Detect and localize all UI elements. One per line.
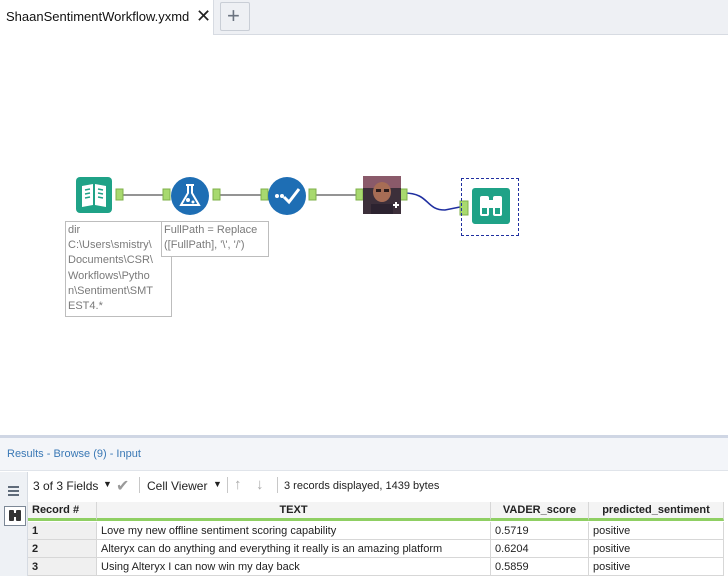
input-data-tool[interactable]: [76, 177, 112, 213]
annotation-line: ([FullPath], '\', '/'): [164, 239, 245, 252]
tab-title: ShaanSentimentWorkflow.yxmd: [6, 9, 190, 24]
row-number[interactable]: 2: [28, 540, 97, 558]
records-status: 3 records displayed, 1439 bytes: [284, 480, 440, 492]
chevron-down-icon[interactable]: ▼: [103, 479, 112, 489]
column-header[interactable]: TEXT: [97, 502, 491, 521]
binoculars-icon: [480, 196, 502, 216]
output-anchor[interactable]: [399, 188, 408, 201]
input-anchor[interactable]: [355, 188, 364, 201]
connection-line: [403, 192, 461, 211]
fields-dropdown[interactable]: 3 of 3 Fields: [33, 479, 98, 493]
row-number[interactable]: 3: [28, 558, 97, 576]
list-icon[interactable]: [8, 486, 19, 498]
toolbar-divider: [277, 477, 278, 493]
checkmark-icon[interactable]: ✔: [116, 476, 129, 496]
book-icon: [82, 184, 106, 207]
workflow-tab[interactable]: ShaanSentimentWorkflow.yxmd ✕: [0, 0, 214, 35]
toolbar-divider: [139, 477, 140, 493]
python-tool[interactable]: [363, 176, 401, 214]
toolbar-divider: [227, 477, 228, 493]
table-cell[interactable]: 0.5719: [491, 522, 589, 540]
table-cell[interactable]: Love my new offline sentiment scoring ca…: [97, 522, 491, 540]
annotation-line: FullPath = Replace: [164, 224, 258, 236]
cell-viewer-dropdown[interactable]: Cell Viewer: [147, 479, 207, 493]
results-sidebar: [0, 472, 28, 576]
tab-bar: ShaanSentimentWorkflow.yxmd ✕ +: [0, 0, 728, 35]
chevron-down-icon[interactable]: ▼: [213, 479, 222, 489]
browse-tool-selection[interactable]: [461, 178, 519, 236]
annotation-line: n\Sentiment\SMT: [68, 284, 153, 297]
avatar-photo: [363, 176, 401, 214]
workflow-canvas[interactable]: dir C:\Users\smistry\ Documents\CSR\ Wor…: [0, 35, 728, 435]
output-anchor[interactable]: [212, 188, 221, 201]
table-cell[interactable]: Alteryx can do anything and everything i…: [97, 540, 491, 558]
output-anchor[interactable]: [115, 188, 124, 201]
binoculars-icon[interactable]: [4, 506, 26, 526]
formula-tool[interactable]: [171, 177, 209, 215]
table-cell[interactable]: 0.5859: [491, 558, 589, 576]
arrow-down-icon[interactable]: ↓: [256, 476, 264, 493]
arrow-up-icon[interactable]: ↑: [234, 476, 242, 493]
column-header[interactable]: VADER_score: [491, 502, 589, 521]
close-icon[interactable]: ✕: [196, 6, 211, 26]
table-cell[interactable]: 0.6204: [491, 540, 589, 558]
table-cell[interactable]: positive: [589, 558, 724, 576]
results-grid: Record # TEXT VADER_score predicted_sent…: [28, 502, 728, 576]
table-cell[interactable]: Using Alteryx I can now win my day back: [97, 558, 491, 576]
input-anchor[interactable]: [162, 188, 171, 201]
annotation-line: dir: [68, 224, 81, 236]
annotation-line: Workflows\Pytho: [68, 269, 150, 282]
results-title: Results - Browse (9) - Input: [7, 448, 141, 460]
annotation-line: C:\Users\smistry\: [68, 239, 152, 252]
annotation-line: EST4.*: [68, 300, 103, 313]
formula-tool-annotation: FullPath = Replace ([FullPath], '\', '/'…: [161, 221, 269, 257]
annotation-line: Documents\CSR\: [68, 254, 153, 267]
plus-icon: +: [227, 3, 240, 28]
column-header[interactable]: predicted_sentiment: [589, 502, 724, 521]
browse-tool[interactable]: [472, 188, 510, 224]
row-number[interactable]: 1: [28, 522, 97, 540]
column-header[interactable]: Record #: [28, 502, 97, 521]
input-anchor[interactable]: [260, 188, 269, 201]
results-header: Results - Browse (9) - Input: [0, 438, 728, 471]
new-tab-button[interactable]: +: [220, 2, 250, 31]
select-tool[interactable]: [268, 177, 306, 215]
input-tool-annotation: dir C:\Users\smistry\ Documents\CSR\ Wor…: [65, 221, 172, 317]
table-cell[interactable]: positive: [589, 522, 724, 540]
checkmark-icon: [275, 188, 301, 205]
output-anchor[interactable]: [308, 188, 317, 201]
flask-icon: [179, 184, 201, 206]
table-cell[interactable]: positive: [589, 540, 724, 558]
